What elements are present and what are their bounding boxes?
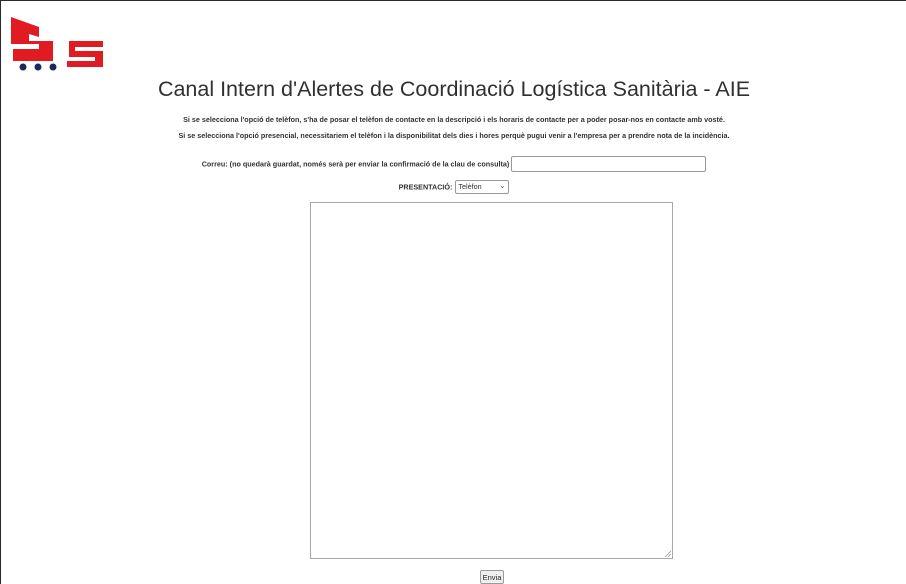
resize-handle-icon[interactable] xyxy=(664,550,671,557)
logo-truck-shape xyxy=(11,17,53,61)
presentation-selected-value: Telèfon xyxy=(458,182,482,191)
submit-button[interactable]: Envia xyxy=(480,570,504,584)
logo-dot-2 xyxy=(34,63,42,71)
presentation-label: PRESENTACIÓ: xyxy=(398,182,453,192)
phone-instructions: Si se selecciona l'opció de telèfon, s'h… xyxy=(183,115,725,124)
presentation-row: PRESENTACIÓ: Telèfon ⌄ xyxy=(1,180,906,194)
presentation-select[interactable]: Telèfon ⌄ xyxy=(455,180,510,194)
company-logo xyxy=(11,17,103,71)
in-person-instructions: Si se selecciona l'opció presencial, nec… xyxy=(178,131,730,140)
email-field[interactable] xyxy=(511,156,707,172)
email-row: Correu: (no quedarà guardat, només serà … xyxy=(1,156,906,172)
logo-dot-3 xyxy=(49,63,57,71)
page: Canal Intern d'Alertes de Coordinació Lo… xyxy=(0,0,906,584)
logo-dot-1 xyxy=(19,63,27,71)
email-label: Correu: (no quedarà guardat, només serà … xyxy=(201,159,510,169)
logo-letter-s xyxy=(67,41,103,67)
description-textarea[interactable] xyxy=(310,202,673,559)
page-title: Canal Intern d'Alertes de Coordinació Lo… xyxy=(157,77,751,101)
chevron-down-icon: ⌄ xyxy=(499,183,506,190)
